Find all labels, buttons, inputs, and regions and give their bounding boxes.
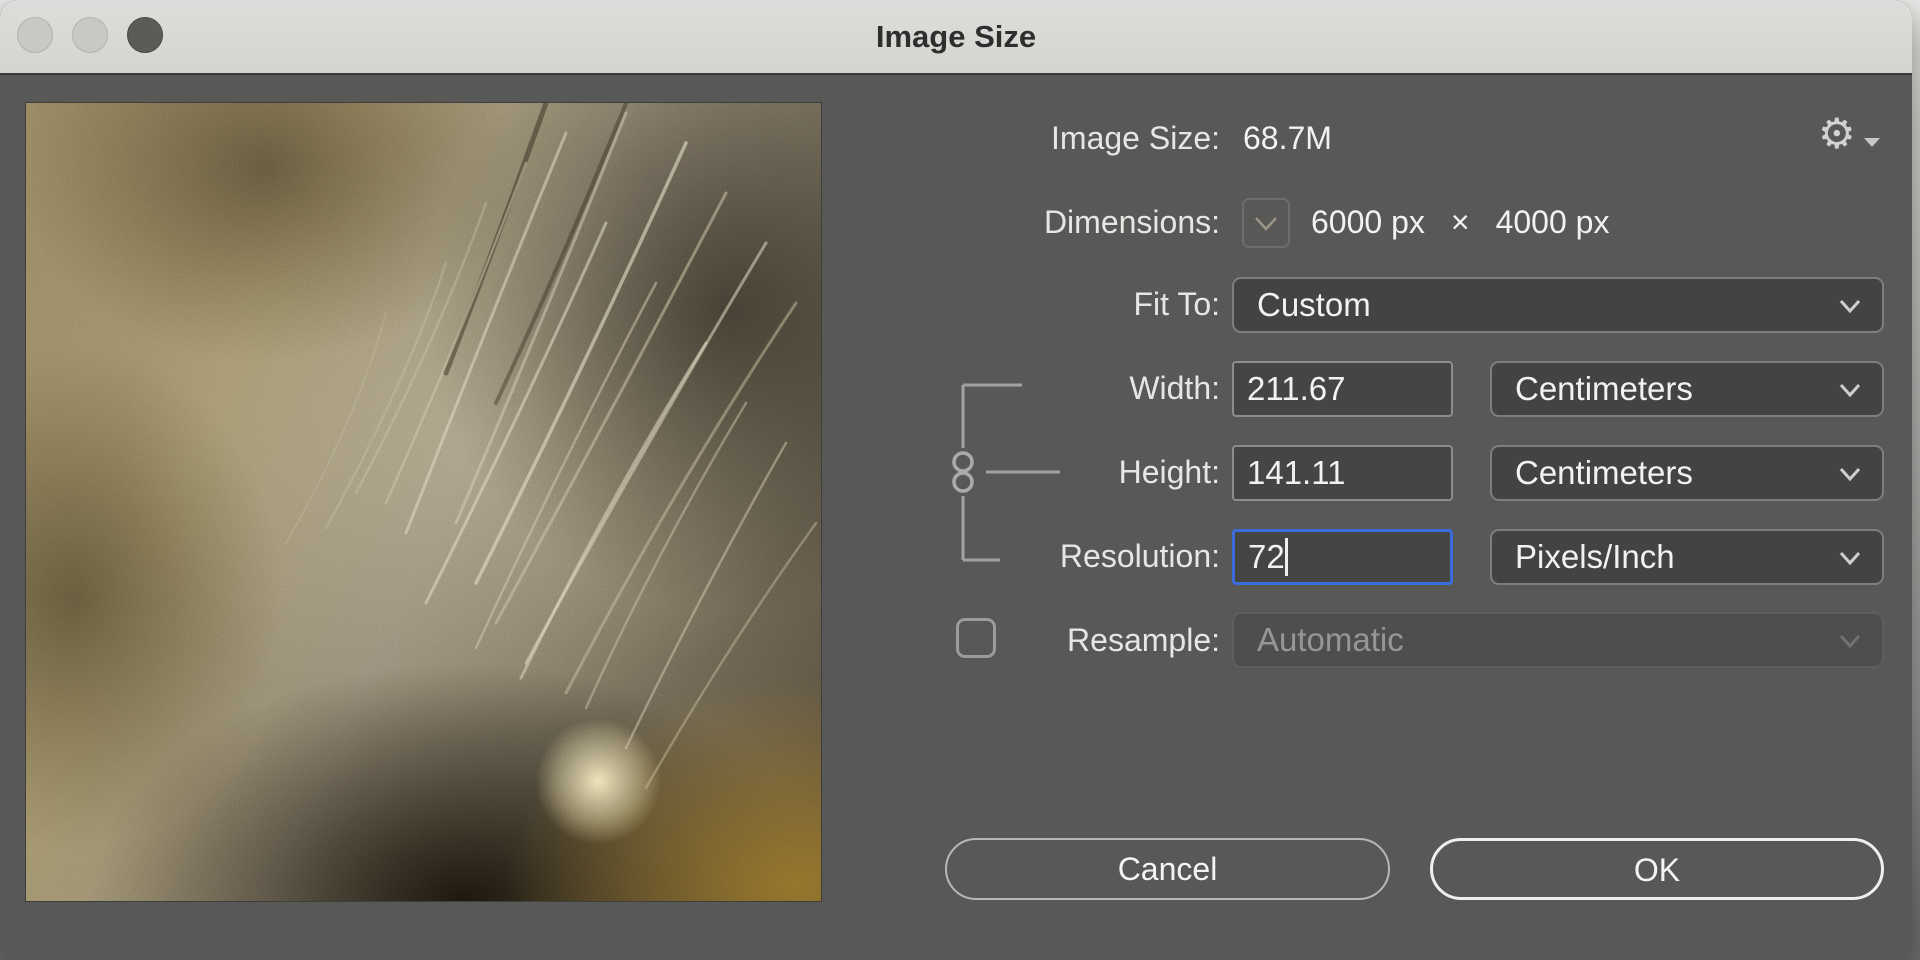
height-label: Height:: [1119, 452, 1220, 492]
titlebar[interactable]: Image Size: [0, 0, 1912, 75]
chevron-down-icon: [1864, 138, 1880, 147]
resolution-label: Resolution:: [1060, 536, 1220, 576]
height-unit-value: Centimeters: [1515, 454, 1693, 491]
chevron-down-icon: [1838, 296, 1862, 316]
resolution-unit-value: Pixels/Inch: [1515, 538, 1675, 575]
text-caret: [1285, 538, 1288, 576]
resample-label: Resample:: [1067, 620, 1220, 660]
image-size-label: Image Size:: [1051, 118, 1220, 158]
width-input[interactable]: [1232, 361, 1453, 417]
fit-to-value: Custom: [1257, 286, 1371, 323]
chevron-down-icon: [1838, 548, 1862, 568]
chevron-down-icon: [1838, 631, 1862, 651]
resample-dropdown: Automatic: [1232, 612, 1884, 668]
resolution-unit-dropdown[interactable]: Pixels/Inch: [1490, 529, 1884, 585]
dialog-title: Image Size: [0, 0, 1912, 73]
chevron-down-icon: [1244, 200, 1288, 246]
resample-checkbox[interactable]: [956, 618, 996, 658]
width-unit-value: Centimeters: [1515, 370, 1693, 407]
fur-texture-overlay: [26, 103, 821, 901]
dimensions-value: 6000 px × 4000 px: [1311, 202, 1609, 242]
gear-icon: ⚙: [1818, 110, 1856, 158]
image-size-value: 68.7M: [1243, 118, 1332, 158]
fit-to-dropdown[interactable]: Custom: [1232, 277, 1884, 333]
resolution-input[interactable]: [1232, 529, 1453, 585]
width-label: Width:: [1129, 368, 1220, 408]
fit-to-label: Fit To:: [1133, 284, 1220, 324]
image-size-dialog: Image Size: [0, 0, 1912, 960]
dimensions-width: 6000 px: [1311, 204, 1425, 240]
chevron-down-icon: [1838, 380, 1862, 400]
height-unit-dropdown[interactable]: Centimeters: [1490, 445, 1884, 501]
image-preview[interactable]: [25, 102, 822, 902]
cancel-button[interactable]: Cancel: [945, 838, 1390, 900]
link-icon[interactable]: [940, 370, 990, 580]
dimensions-toggle[interactable]: [1242, 198, 1290, 248]
width-unit-dropdown[interactable]: Centimeters: [1490, 361, 1884, 417]
dimensions-label: Dimensions:: [1044, 202, 1220, 242]
chevron-down-icon: [1838, 464, 1862, 484]
dimensions-height: 4000 px: [1496, 204, 1610, 240]
settings-menu[interactable]: ⚙: [1818, 108, 1888, 162]
resample-value: Automatic: [1257, 621, 1404, 658]
dimensions-times: ×: [1451, 204, 1470, 240]
ok-button[interactable]: OK: [1430, 838, 1884, 900]
height-input[interactable]: [1232, 445, 1453, 501]
